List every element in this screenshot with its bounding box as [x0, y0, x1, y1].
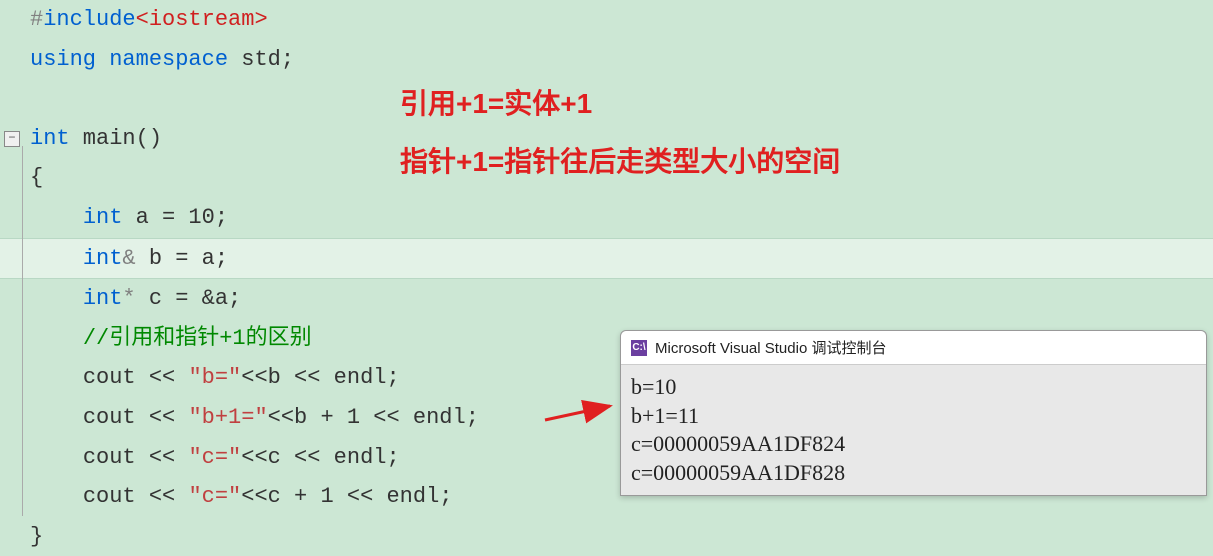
console-output-line: b+1=11 [631, 402, 1196, 431]
console-body: b=10 b+1=11 c=00000059AA1DF824 c=0000005… [621, 365, 1206, 495]
cout: cout << [83, 365, 189, 390]
code-line [0, 79, 1213, 119]
std-ident: std; [228, 47, 294, 72]
semi: ; [439, 484, 452, 509]
console-output-line: c=00000059AA1DF828 [631, 459, 1196, 488]
cout: cout << [83, 405, 189, 430]
cout: cout << [83, 484, 189, 509]
star: * [122, 286, 135, 311]
endl: endl [386, 484, 439, 509]
code-line-highlighted: int& b = a; [0, 238, 1213, 280]
expr: <<c << [241, 445, 333, 470]
brace-close: } [30, 524, 43, 549]
decl-b: b = a; [136, 246, 228, 271]
debug-console-window: C:\ Microsoft Visual Studio 调试控制台 b=10 b… [620, 330, 1207, 496]
code-line: int* c = &a; [0, 279, 1213, 319]
annotation-line-1: 引用+1=实体+1 [400, 82, 592, 122]
header-name: iostream [149, 7, 255, 32]
angle-close: > [254, 7, 267, 32]
semi: ; [386, 365, 399, 390]
decl-c: c = &a; [136, 286, 242, 311]
console-title-bar[interactable]: C:\ Microsoft Visual Studio 调试控制台 [621, 331, 1206, 365]
decl-a: a = 10; [122, 205, 228, 230]
int-kw: int [83, 205, 123, 230]
semi: ; [466, 405, 479, 430]
endl: endl [334, 365, 387, 390]
string-literal: "c=" [188, 484, 241, 509]
amp: & [122, 246, 135, 271]
console-title-text: Microsoft Visual Studio 调试控制台 [655, 337, 886, 358]
namespace-kw: namespace [109, 47, 228, 72]
arrow-icon [540, 400, 620, 430]
using-kw: using [30, 47, 96, 72]
expr: <<c + 1 << [241, 484, 386, 509]
console-icon: C:\ [631, 340, 647, 356]
semi: ; [386, 445, 399, 470]
code-line: } [0, 517, 1213, 556]
code-line: using namespace std; [0, 40, 1213, 80]
brace-open: { [30, 165, 43, 190]
code-line: int a = 10; [0, 198, 1213, 238]
endl: endl [413, 405, 466, 430]
string-literal: "c=" [188, 445, 241, 470]
string-literal: "b+1=" [188, 405, 267, 430]
int-kw: int [83, 286, 123, 311]
expr: <<b + 1 << [268, 405, 413, 430]
include-kw: include [43, 7, 135, 32]
angle-open: < [136, 7, 149, 32]
main-ident: main() [70, 126, 162, 151]
fold-toggle-icon[interactable]: − [4, 131, 20, 147]
code-line: #include<iostream> [0, 0, 1213, 40]
endl: endl [334, 445, 387, 470]
hash: # [30, 7, 43, 32]
annotation-line-2: 指针+1=指针往后走类型大小的空间 [400, 140, 840, 180]
console-output-line: c=00000059AA1DF824 [631, 430, 1196, 459]
indent-guide [22, 146, 23, 516]
comment: //引用和指针+1的区别 [83, 326, 312, 351]
int-kw: int [30, 126, 70, 151]
cout: cout << [83, 445, 189, 470]
int-kw: int [83, 246, 123, 271]
console-output-line: b=10 [631, 373, 1196, 402]
expr: <<b << [241, 365, 333, 390]
string-literal: "b=" [188, 365, 241, 390]
